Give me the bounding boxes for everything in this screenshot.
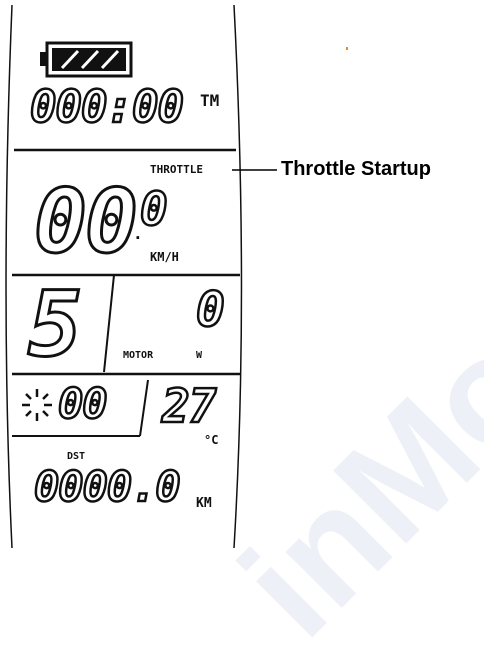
temperature-readout: 27: [161, 379, 218, 433]
distance-label: DST: [67, 451, 86, 462]
light-sun-icon: [22, 389, 52, 421]
time-unit: TM: [200, 91, 220, 110]
time-readout: 000:00: [29, 82, 185, 133]
motor-label: MOTOR: [123, 350, 154, 361]
battery-icon: [40, 41, 133, 78]
power-unit: W: [196, 350, 203, 361]
marker-dot: [346, 47, 348, 50]
power-readout: 0: [195, 282, 226, 338]
divider-line: [139, 379, 149, 437]
distance-unit: KM: [196, 496, 212, 511]
divider-line: [103, 274, 115, 373]
speed-decimal: 0: [139, 182, 169, 236]
throttle-label: THROTTLE: [150, 163, 203, 176]
temperature-unit: °C: [204, 433, 219, 447]
throttle-startup-callout: Throttle Startup: [281, 158, 431, 180]
lcd-diagram: inMo 000:00 TM THROTTLE Throttle Startup…: [0, 0, 484, 667]
distance-readout: 0000.0: [33, 462, 182, 511]
speed-unit: KM/H: [150, 250, 179, 264]
speed-readout: 00: [33, 170, 140, 273]
assist-level-readout: 5: [26, 272, 83, 377]
light-value-readout: 00: [57, 379, 109, 428]
